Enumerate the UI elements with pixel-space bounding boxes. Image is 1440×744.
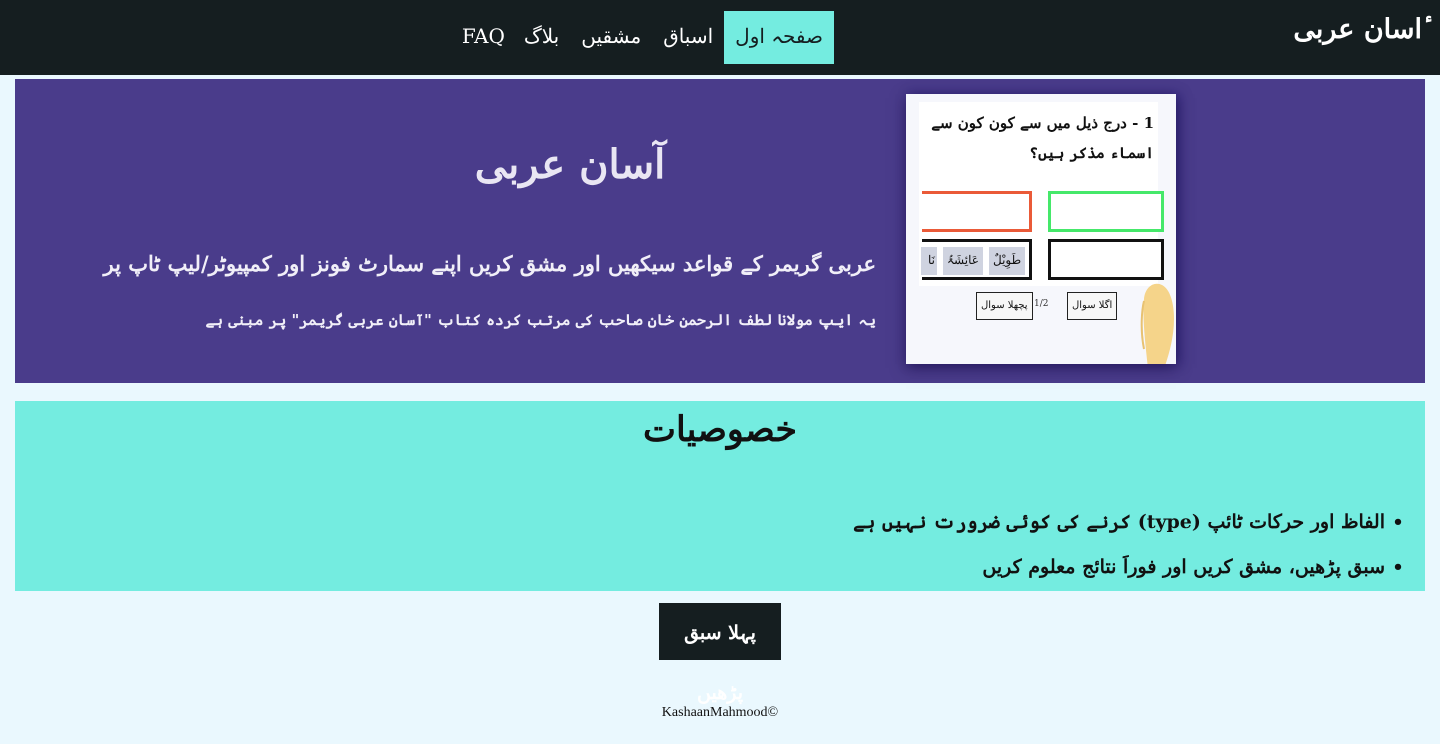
nav-menu: صفحہ اول اسباق مشقیں بلاگ FAQ — [450, 11, 834, 64]
hand-icon — [1140, 283, 1174, 364]
preview-answer-box-correct — [1048, 191, 1164, 232]
feature-list: • الفاظ اور حرکات ٹائپ (type) کرنے کی کوئ… — [507, 505, 1407, 595]
bullet-icon: • — [1392, 557, 1404, 578]
list-item: • سبق پڑھیں، مشق کریں اور فوراََ نتائج مع… — [507, 550, 1407, 595]
list-item: • الفاظ اور حرکات ٹائپ (type) کرنے کی کوئ… — [507, 505, 1407, 550]
brand-logo[interactable]: ٔاسان عربی — [1293, 14, 1422, 45]
nav-item-faq[interactable]: FAQ — [450, 11, 513, 64]
features-title: خصوصیات — [643, 409, 797, 450]
features-section: خصوصیات • الفاظ اور حرکات ٹائپ (type) کرن… — [15, 401, 1425, 591]
preview-word-chip: نَا — [921, 247, 937, 275]
preview-answer-box-wrong — [922, 191, 1032, 232]
preview-question-number: 1 - — [1132, 114, 1154, 132]
nav-item-blog[interactable]: بلاگ — [513, 11, 570, 64]
app-preview-image: 1 - درج ذیل میں سے کون کون سے اسماء مذکر… — [906, 94, 1176, 364]
nav-item-exercises[interactable]: مشقیں — [570, 11, 652, 64]
bullet-icon: • — [1392, 512, 1404, 533]
preview-word-chip: عَائِشَۃُ — [943, 247, 983, 275]
nav-item-lessons[interactable]: اسباق — [652, 11, 724, 64]
preview-word-chip: طَوِیْلٌ — [989, 247, 1026, 275]
preview-next-button: اگلا سوال — [1067, 292, 1118, 320]
hero-title: آسان عربی — [474, 141, 666, 188]
navbar: ٔاسان عربی صفحہ اول اسباق مشقیں بلاگ FAQ — [0, 0, 1440, 75]
hero-note: یہ ایپ مولانا لطف الرحمن خان صاحب کی مرت… — [205, 311, 876, 329]
feature-text: الفاظ اور حرکات ٹائپ (type) کرنے کی کوئی… — [853, 511, 1385, 533]
footer-copyright: KashaanMahmood© — [661, 705, 779, 720]
nav-item-home[interactable]: صفحہ اول — [724, 11, 834, 64]
hero-section: آسان عربی عربی گریمر کے قواعد سیکھیں اور… — [15, 79, 1425, 383]
preview-prev-button: پچھلا سوال — [976, 292, 1033, 320]
preview-question-text-1: درج ذیل میں سے کون کون سے — [931, 114, 1127, 132]
feature-text: سبق پڑھیں، مشق کریں اور فوراََ نتائج معل… — [982, 556, 1385, 578]
preview-quiz-panel: 1 - درج ذیل میں سے کون کون سے اسماء مذکر… — [918, 102, 1164, 286]
read-first-lesson-button[interactable]: پہلا سبق پڑھیں — [659, 603, 781, 704]
preview-question-line-2: اسماء مذکر ہیں؟ — [1029, 144, 1154, 162]
preview-answer-box — [1048, 239, 1164, 280]
preview-counter: 1/2 — [1034, 299, 1049, 309]
preview-question-line-1: 1 - درج ذیل میں سے کون کون سے — [918, 114, 1154, 132]
hero-subtitle: عربی گریمر کے قواعد سیکھیں اور مشق کریں … — [103, 251, 876, 276]
